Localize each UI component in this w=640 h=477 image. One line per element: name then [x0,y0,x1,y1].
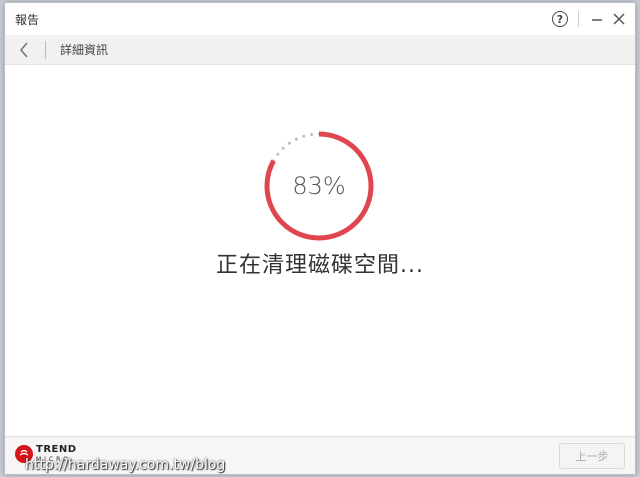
window-title: 報告 [15,12,40,27]
chevron-left-icon[interactable] [19,41,35,59]
logo-text-top: TREND [36,444,77,455]
help-icon[interactable]: ? [552,11,568,27]
nav-separator [45,40,46,59]
nav-bar: 詳細資訊 [5,35,635,65]
nav-title: 詳細資訊 [60,43,109,57]
progress-area: 83% 正在清理磁碟空間... [5,65,635,437]
title-bar: 報告 ? [5,3,635,35]
status-text: 正在清理磁碟空間... [216,253,424,278]
report-window: 報告 ? 詳細資訊 83% 正在清理磁碟空間... TREND MICRO ht… [4,2,636,475]
window-controls: ? [552,11,627,27]
title-divider [578,11,579,27]
progress-percent: 83% [292,172,346,200]
previous-button[interactable]: 上一步 [559,443,625,469]
watermark-text: http://hardaway.com.tw/blog [25,457,226,473]
footer: TREND MICRO http://hardaway.com.tw/blog … [5,436,635,474]
close-icon[interactable] [611,11,627,27]
minimize-icon[interactable] [589,11,605,27]
